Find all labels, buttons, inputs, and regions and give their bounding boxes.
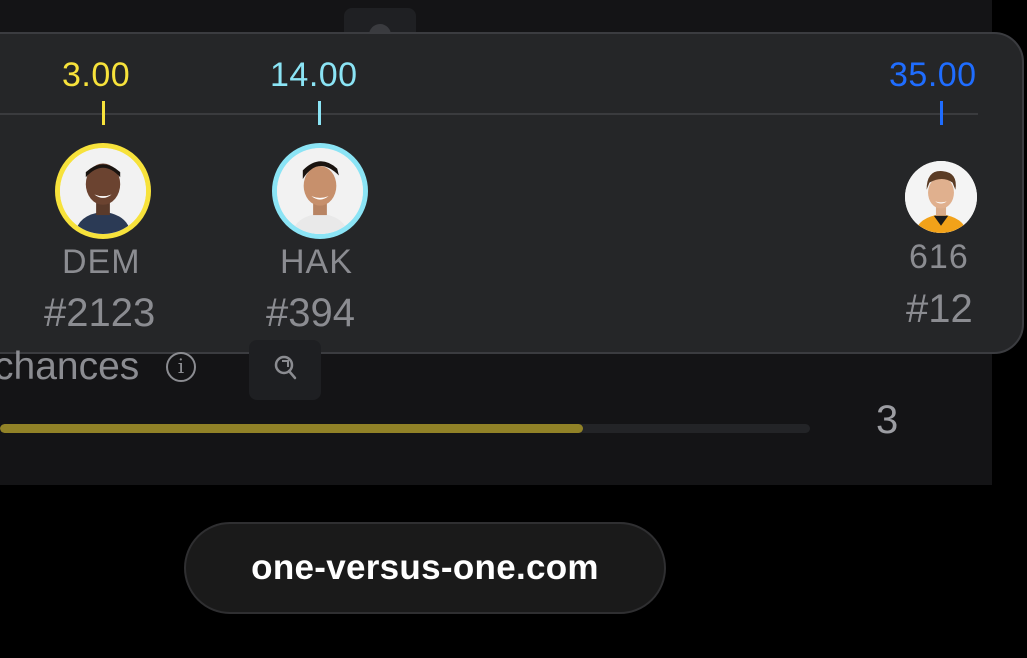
player-tick [102, 101, 105, 125]
player-rank: #12 [906, 287, 973, 331]
player-avatar [905, 161, 977, 233]
player-tick [940, 101, 943, 125]
player-avatar [272, 143, 368, 239]
player-abbreviation: 616 [909, 238, 969, 276]
stat-progress-fill [0, 424, 584, 433]
player-abbreviation: HAK [280, 243, 353, 281]
stat-label: chances [0, 345, 140, 388]
player-value: 35.00 [889, 56, 977, 94]
player-value: 3.00 [62, 56, 131, 94]
stat-progress-bar [0, 424, 810, 433]
search-icon [274, 355, 297, 380]
player-value: 14.00 [270, 56, 358, 94]
stat-count: 3 [876, 398, 899, 442]
player-abbreviation: DEM [62, 243, 141, 281]
player-avatar [55, 143, 151, 239]
player-rank: #2123 [44, 291, 156, 335]
player-tick [318, 101, 321, 125]
site-url-badge[interactable]: one-versus-one.com [184, 522, 666, 614]
player-rank: #394 [266, 291, 355, 335]
info-icon[interactable]: i [166, 352, 196, 382]
search-button[interactable] [249, 340, 321, 400]
value-track-line [0, 113, 978, 115]
